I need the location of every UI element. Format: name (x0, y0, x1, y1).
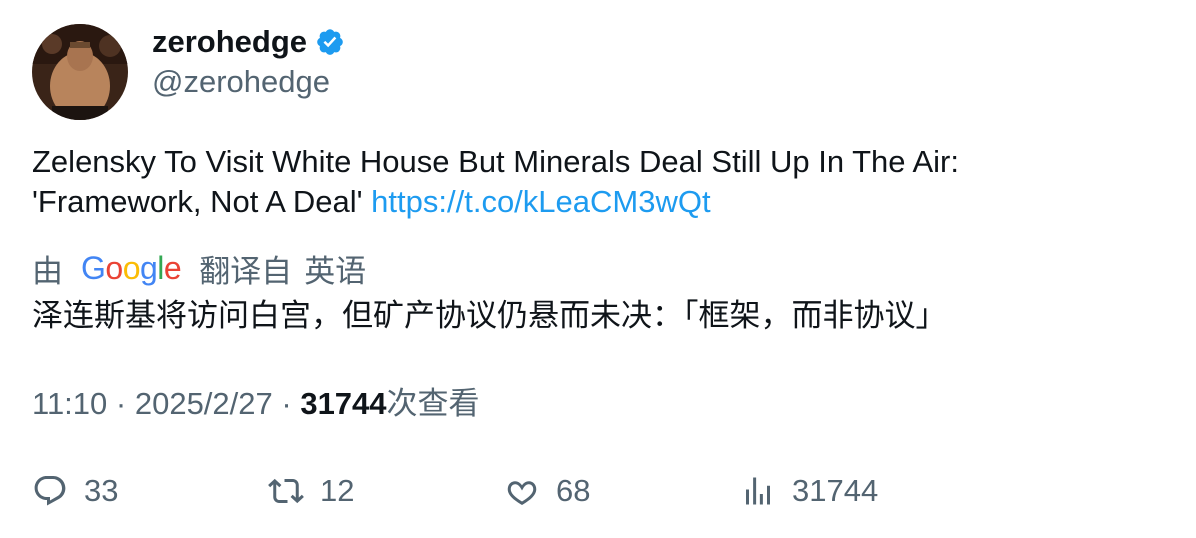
translated-from-label: 翻译自 (199, 253, 293, 289)
display-name-row[interactable]: zerohedge (152, 22, 345, 62)
retweet-button[interactable]: 12 (268, 468, 354, 514)
google-logo-letter: l (157, 249, 164, 286)
google-logo-letter: o (105, 249, 123, 286)
views-button[interactable]: 31744 (740, 468, 878, 514)
avatar-image (32, 24, 128, 120)
translated-tweet-text: 泽连斯基将访问白宫，但矿产协议仍悬而未决：「框架，而非协议」 (32, 298, 947, 333)
reply-button[interactable]: 33 (32, 468, 118, 514)
action-bar: 33 12 68 31744 (32, 468, 1152, 514)
google-logo-letter: e (163, 249, 182, 286)
verified-badge-icon (317, 29, 343, 55)
tweet-time[interactable]: 11:10 (32, 386, 107, 421)
meta-separator: · (272, 386, 301, 421)
tweet-link[interactable]: https://t.co/kLeaCM3wQt (371, 184, 710, 219)
source-language: 英语 (304, 253, 367, 289)
google-logo-letter: G (81, 249, 106, 286)
like-count: 68 (556, 473, 591, 508)
views-label: 次查看 (386, 386, 480, 421)
views-action-count: 31744 (792, 473, 879, 508)
tweet-meta: 11:10 · 2025/2/27 · 31744次查看 (32, 384, 480, 424)
reply-icon (34, 476, 66, 506)
google-logo-letter: g (139, 249, 158, 286)
translation-attribution[interactable]: 由 Google 翻译自 英语 (32, 246, 366, 290)
meta-separator: · (107, 386, 135, 421)
heart-icon (507, 481, 537, 505)
tweet-text-line-2-text: 'Framework, Not A Deal' (32, 184, 372, 219)
views-chart-icon (746, 477, 770, 505)
retweet-icon (268, 478, 304, 504)
translation-prefix: 由 (32, 253, 63, 289)
retweet-count: 12 (320, 473, 355, 508)
tweet-date[interactable]: 2025/2/27 (135, 386, 273, 421)
tweet-text-line-1: Zelensky To Visit White House But Minera… (32, 144, 959, 179)
tweet-text-line-2: 'Framework, Not A Deal' https://t.co/kLe… (32, 182, 1152, 222)
reply-count: 33 (84, 473, 119, 508)
tweet-text: Zelensky To Visit White House But Minera… (32, 142, 1152, 222)
google-logo: Google (81, 249, 182, 287)
views-count: 31744 (300, 386, 387, 421)
avatar[interactable] (32, 24, 128, 120)
google-logo-letter: o (122, 249, 141, 286)
user-handle[interactable]: @zerohedge (152, 62, 330, 102)
display-name[interactable]: zerohedge (152, 22, 307, 62)
like-button[interactable]: 68 (504, 468, 590, 514)
